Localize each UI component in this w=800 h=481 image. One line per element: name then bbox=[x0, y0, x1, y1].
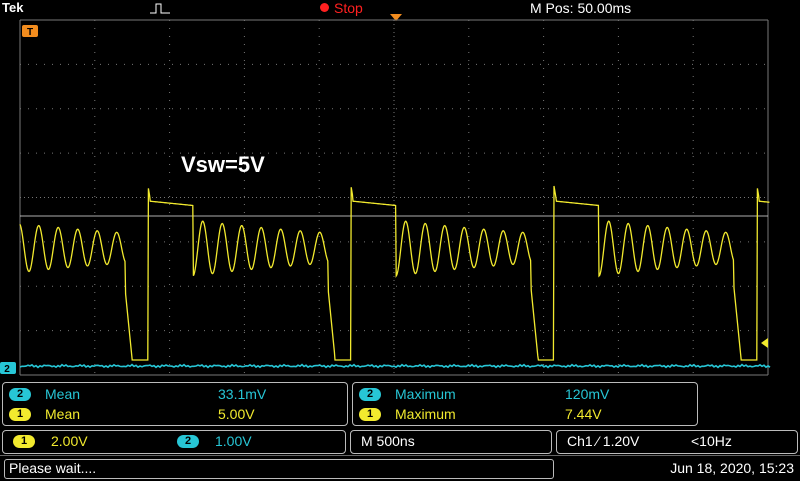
svg-text:2: 2 bbox=[4, 364, 10, 375]
ch1-badge: 1 bbox=[359, 408, 381, 421]
measurement-value: 120mV bbox=[565, 386, 610, 402]
stop-indicator-icon bbox=[320, 3, 329, 12]
ch1-reference-arrow-icon bbox=[761, 338, 768, 348]
trigger-panel[interactable]: Ch1 ⁄ 1.20V <10Hz bbox=[556, 430, 798, 454]
ch1-waveform bbox=[19, 185, 770, 361]
ch2-ground-marker[interactable]: 2 bbox=[0, 362, 16, 375]
measurement-value: 33.1mV bbox=[218, 386, 267, 402]
ch2-scale[interactable]: 1.00V bbox=[215, 433, 252, 449]
status-message-box: Please wait.... bbox=[4, 459, 554, 479]
ch1-badge: 1 bbox=[13, 435, 35, 448]
acquisition-status: Stop bbox=[334, 0, 363, 16]
ch2-badge: 2 bbox=[9, 388, 31, 401]
measurement-panel-right: 2 Maximum 120mV 1 Maximum 7.44V bbox=[352, 382, 698, 426]
measurement-row: 2 Maximum 120mV bbox=[353, 385, 697, 405]
ch2-badge: 2 bbox=[359, 388, 381, 401]
measurement-row: 2 Mean 33.1mV bbox=[3, 385, 347, 405]
annotation-label: Vsw=5V bbox=[181, 152, 265, 177]
timebase-panel[interactable]: M 500ns bbox=[350, 430, 552, 454]
measurement-row: 1 Maximum 7.44V bbox=[353, 405, 697, 425]
measurement-row: 1 Mean 5.00V bbox=[3, 405, 347, 425]
measurement-label: Maximum bbox=[395, 386, 456, 402]
waveform-display[interactable]: T 2 bbox=[0, 18, 800, 378]
date-time: Jun 18, 2020, 15:23 bbox=[670, 460, 794, 476]
ch1-badge: 1 bbox=[9, 408, 31, 421]
timebase-readout[interactable]: M 500ns bbox=[361, 433, 415, 449]
trigger-frequency: <10Hz bbox=[691, 433, 732, 449]
horizontal-position-readout: M Pos: 50.00ms bbox=[530, 0, 632, 16]
measurement-value: 5.00V bbox=[218, 406, 255, 422]
measurement-panel-left: 2 Mean 33.1mV 1 Mean 5.00V bbox=[2, 382, 348, 426]
graticule-grid bbox=[19, 19, 769, 376]
vertical-scale-panel[interactable]: 1 2.00V 2 1.00V bbox=[2, 430, 346, 454]
measurement-label: Mean bbox=[45, 406, 81, 422]
measurement-value: 7.44V bbox=[565, 406, 602, 422]
ch1-scale[interactable]: 2.00V bbox=[51, 433, 88, 449]
status-message: Please wait.... bbox=[9, 460, 97, 476]
brand-logo: Tek bbox=[2, 0, 24, 15]
trigger-pulse-icon bbox=[150, 3, 170, 14]
measurement-label: Mean bbox=[45, 386, 81, 402]
trigger-readout[interactable]: Ch1 ⁄ 1.20V bbox=[567, 433, 639, 449]
ch2-waveform bbox=[19, 363, 771, 369]
status-bar: Please wait.... Jun 18, 2020, 15:23 bbox=[0, 455, 800, 481]
trigger-level-tag[interactable]: T bbox=[22, 25, 38, 38]
measurement-label: Maximum bbox=[395, 406, 456, 422]
svg-text:T: T bbox=[27, 27, 33, 38]
ch2-badge: 2 bbox=[177, 435, 199, 448]
